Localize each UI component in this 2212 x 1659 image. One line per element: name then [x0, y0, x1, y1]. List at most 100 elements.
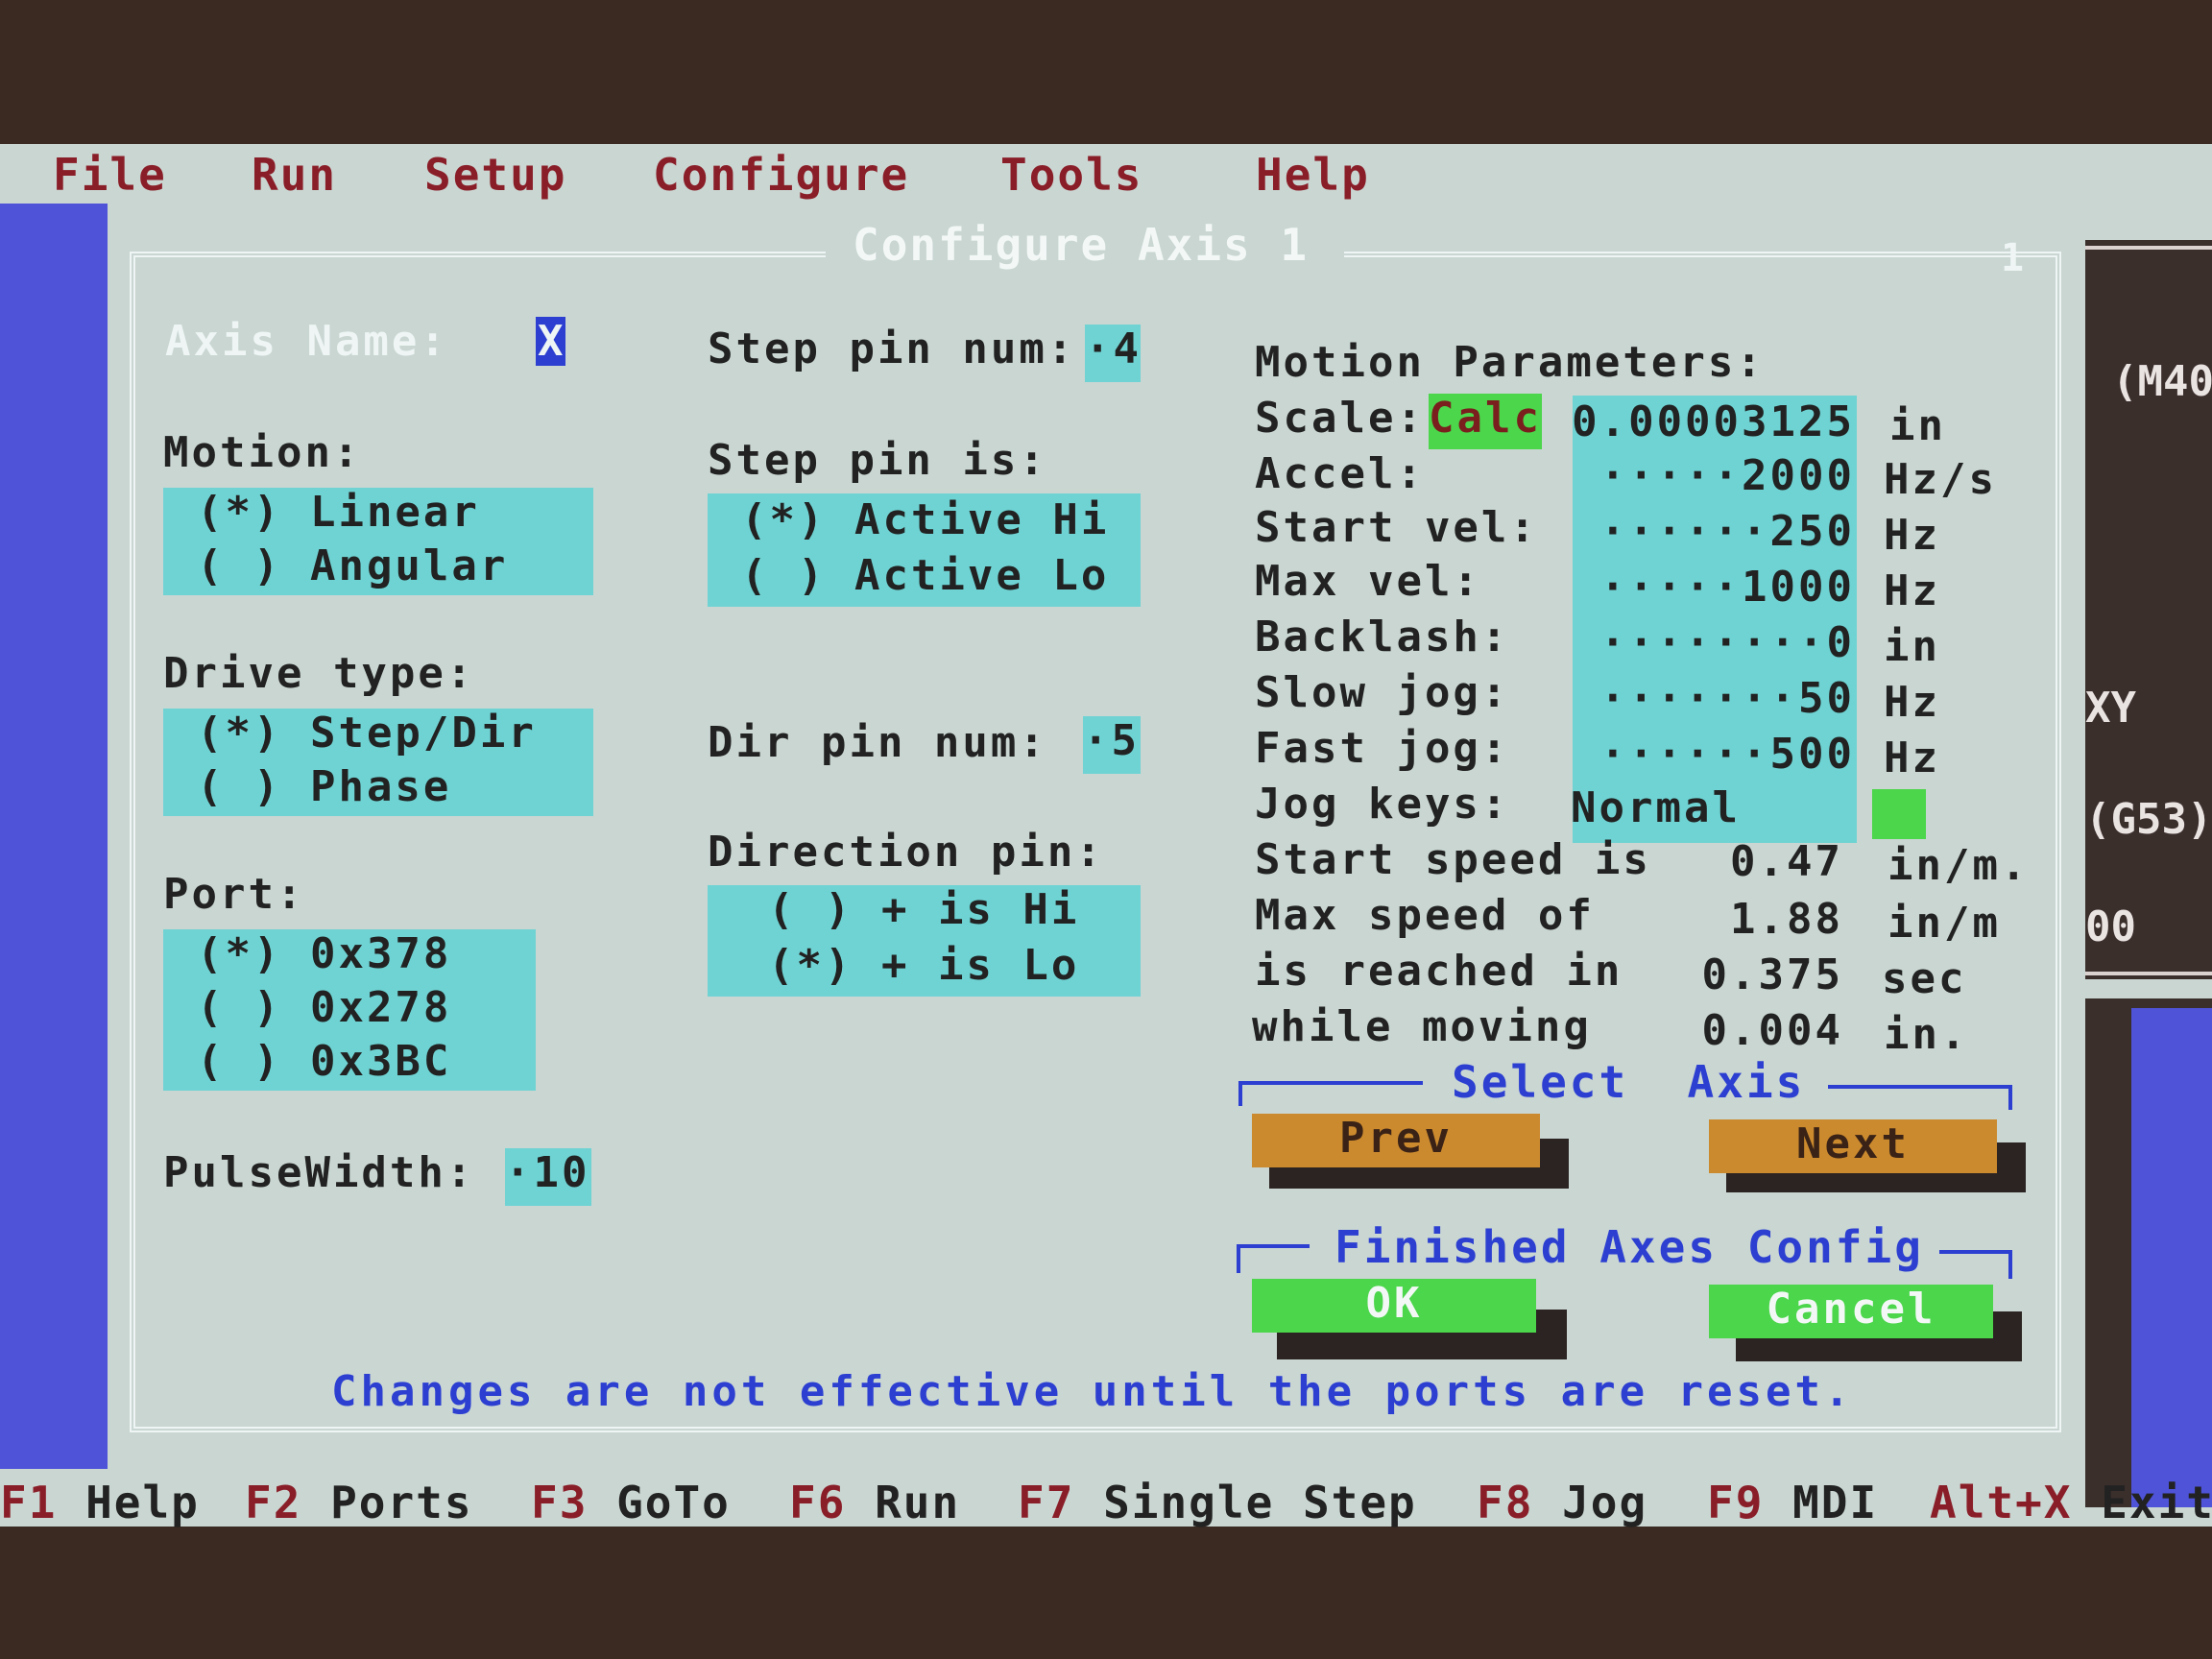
start-vel-label: Start vel:	[1255, 503, 1538, 552]
while-moving-unit: in.	[1884, 1010, 1969, 1059]
port-0x3bc-radio[interactable]: ( ) 0x3BC	[197, 1037, 451, 1086]
right-panel-text: 00	[2085, 902, 2136, 951]
fkey-run[interactable]: F6 Run	[789, 1477, 960, 1528]
step-active-lo-radio[interactable]: ( ) Active Lo	[741, 551, 1109, 600]
right-blue-panel	[2131, 1008, 2212, 1507]
fkey-key: F1	[0, 1477, 58, 1528]
next-button[interactable]: Next	[1709, 1119, 1997, 1173]
select-axis-bracket-right	[1828, 1085, 2012, 1089]
dir-pin-num-input[interactable]: ·5	[1083, 716, 1141, 774]
drive-type-label: Drive type:	[163, 649, 475, 698]
pulse-width-input[interactable]: ·10	[505, 1148, 591, 1206]
reached-in-value: 0.375	[1701, 950, 1843, 999]
calc-button[interactable]: Calc	[1429, 394, 1542, 449]
menu-help[interactable]: Help	[1256, 149, 1370, 201]
motion-angular-radio[interactable]: ( ) Angular	[197, 541, 508, 590]
motion-label: Motion:	[163, 428, 362, 477]
fkey-label: GoTo	[616, 1477, 731, 1528]
finished-bracket-left-tick	[1237, 1244, 1240, 1273]
fkey-key: F8	[1477, 1477, 1534, 1528]
fkey-label: Jog	[1562, 1477, 1648, 1528]
backlash-input[interactable]: ········0	[1571, 618, 1855, 667]
menu-configure[interactable]: Configure	[653, 149, 909, 201]
slow-jog-unit: Hz	[1884, 678, 1940, 727]
port-label: Port:	[163, 870, 305, 919]
fkey-exit[interactable]: Alt+X Exit	[1930, 1477, 2212, 1528]
fkey-label: Help	[85, 1477, 200, 1528]
right-panel-text: (G53)	[2085, 795, 2212, 844]
max-speed-unit: in/m	[1887, 899, 2001, 948]
fkey-label: Single Step	[1103, 1477, 1417, 1528]
max-vel-input[interactable]: ·····1000	[1571, 563, 1855, 612]
step-pin-is-label: Step pin is:	[708, 436, 1047, 485]
dialog-title: Configure Axis 1	[853, 219, 1310, 271]
fkey-ports[interactable]: F2 Ports	[245, 1477, 473, 1528]
fast-jog-unit: Hz	[1884, 733, 1940, 782]
max-vel-label: Max vel:	[1255, 557, 1481, 606]
fkey-key: F3	[531, 1477, 589, 1528]
reached-in-text: is reached in	[1255, 947, 1623, 996]
fkey-single-step[interactable]: F7 Single Step	[1018, 1477, 1417, 1528]
backlash-label: Backlash:	[1255, 613, 1510, 661]
scale-input[interactable]: 0.00003125	[1567, 397, 1855, 446]
right-panel-divider	[2085, 972, 2212, 975]
finished-title: Finished Axes Config	[1334, 1221, 1924, 1273]
direction-pin-label: Direction pin:	[708, 828, 1104, 877]
fkey-key: F2	[245, 1477, 302, 1528]
direction-hi-radio[interactable]: ( ) + is Hi	[768, 885, 1079, 934]
menu-file[interactable]: File	[53, 149, 167, 201]
fkey-key: F6	[789, 1477, 847, 1528]
drive-step-dir-radio[interactable]: (*) Step/Dir	[197, 709, 537, 757]
axis-name-label: Axis Name:	[165, 317, 448, 366]
drive-phase-radio[interactable]: ( ) Phase	[197, 762, 451, 811]
fkey-key: Alt+X	[1930, 1477, 2073, 1528]
fkey-jog[interactable]: F8 Jog	[1477, 1477, 1647, 1528]
while-moving-value: 0.004	[1701, 1006, 1843, 1055]
jog-keys-select[interactable]: Normal	[1571, 783, 1741, 832]
start-speed-unit: in/m.	[1887, 841, 2030, 890]
max-speed-text: Max speed of	[1255, 891, 1595, 940]
fkey-mdi[interactable]: F9 MDI	[1707, 1477, 1878, 1528]
right-panel-text: XY	[2085, 684, 2136, 733]
port-0x278-radio[interactable]: ( ) 0x278	[197, 983, 451, 1032]
right-panel-text: (M40)	[2112, 357, 2212, 406]
step-pin-num-input[interactable]: ·4	[1085, 325, 1141, 382]
slow-jog-input[interactable]: ·······50	[1571, 674, 1855, 723]
fkey-help[interactable]: F1 Help	[0, 1477, 200, 1528]
backlash-unit: in	[1884, 622, 1940, 671]
axis-name-input[interactable]: X	[536, 317, 565, 366]
finished-bracket-right-tick	[2008, 1250, 2012, 1279]
jog-keys-indicator	[1872, 789, 1926, 839]
fkey-key: F9	[1707, 1477, 1765, 1528]
fkey-label: MDI	[1792, 1477, 1879, 1528]
menu-tools[interactable]: Tools	[1000, 149, 1142, 201]
fkey-label: Exit	[2101, 1477, 2212, 1528]
finished-bracket-left	[1237, 1244, 1310, 1248]
reached-in-unit: sec	[1882, 954, 1967, 1003]
ok-button[interactable]: OK	[1252, 1279, 1536, 1333]
step-pin-num-label: Step pin num:	[708, 325, 1076, 373]
start-vel-input[interactable]: ······250	[1571, 507, 1855, 556]
menu-run[interactable]: Run	[252, 149, 337, 201]
fkey-goto[interactable]: F3 GoTo	[531, 1477, 731, 1528]
select-axis-title: Select Axis	[1452, 1056, 1806, 1108]
max-speed-value: 1.88	[1730, 895, 1843, 944]
select-axis-bracket-left-tick	[1238, 1081, 1242, 1106]
dialog-frame-number: 1	[2001, 236, 2025, 280]
menu-setup[interactable]: Setup	[424, 149, 566, 201]
prev-button[interactable]: Prev	[1252, 1114, 1540, 1167]
finished-bracket-right	[1939, 1250, 2012, 1254]
step-active-hi-radio[interactable]: (*) Active Hi	[741, 495, 1109, 544]
port-0x378-radio[interactable]: (*) 0x378	[197, 929, 451, 978]
cancel-button[interactable]: Cancel	[1709, 1285, 1993, 1338]
start-vel-unit: Hz	[1884, 511, 1940, 560]
accel-input[interactable]: ·····2000	[1571, 451, 1855, 500]
scale-label: Scale:	[1255, 394, 1425, 443]
accel-unit: Hz/s	[1884, 455, 1997, 504]
direction-lo-radio[interactable]: (*) + is Lo	[768, 941, 1079, 990]
motion-linear-radio[interactable]: (*) Linear	[197, 488, 480, 537]
select-axis-bracket-left	[1238, 1081, 1423, 1085]
right-panel-divider	[2085, 246, 2212, 250]
fast-jog-input[interactable]: ······500	[1571, 730, 1855, 779]
pulse-width-label: PulseWidth:	[163, 1148, 475, 1197]
